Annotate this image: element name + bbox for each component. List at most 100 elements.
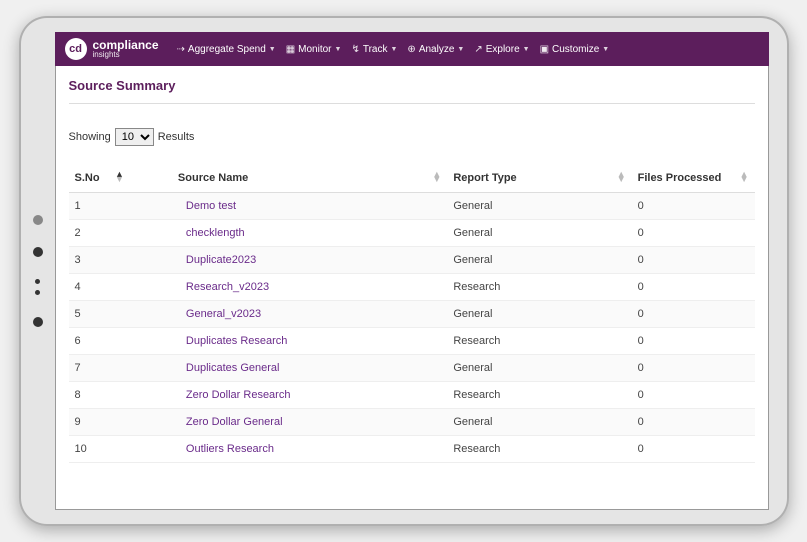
top-navbar: cd compliance insights ⇢Aggregate Spend▼… xyxy=(55,32,769,66)
showing-suffix: Results xyxy=(158,131,195,143)
chevron-down-icon: ▼ xyxy=(269,46,276,53)
table-row: 10 Outliers Research Research0 xyxy=(69,436,755,463)
source-link[interactable]: Duplicates Research xyxy=(186,335,288,347)
chevron-down-icon: ▼ xyxy=(602,46,609,53)
brand-logo[interactable]: cd compliance insights xyxy=(65,38,159,60)
content-area: Source Summary Showing 10 Results S.No ▲… xyxy=(55,66,769,510)
table-row: 3 Duplicate2023 General0 xyxy=(69,247,755,274)
cell-report: Research xyxy=(447,436,631,463)
cell-report: General xyxy=(447,220,631,247)
results-count-control: Showing 10 Results xyxy=(69,128,755,146)
cell-files: 0 xyxy=(632,409,755,436)
cell-files: 0 xyxy=(632,301,755,328)
chevron-down-icon: ▼ xyxy=(523,46,530,53)
source-link[interactable]: Duplicate2023 xyxy=(186,254,256,266)
table-row: 8 Zero Dollar Research Research0 xyxy=(69,382,755,409)
sensor-dot xyxy=(33,247,43,257)
nav-icon: ▣ xyxy=(540,44,549,55)
cell-sno: 2 xyxy=(69,220,130,247)
cell-report: General xyxy=(447,193,631,220)
nav-label: Explore xyxy=(486,44,520,55)
chevron-down-icon: ▼ xyxy=(335,46,342,53)
cell-sno: 5 xyxy=(69,301,130,328)
cell-sno: 8 xyxy=(69,382,130,409)
cell-report: General xyxy=(447,355,631,382)
speaker-dots xyxy=(33,279,43,295)
cell-report: General xyxy=(447,247,631,274)
column-header-source[interactable]: Source Name ▲▼ xyxy=(130,164,447,193)
nav-icon: ▦ xyxy=(286,44,295,55)
source-link[interactable]: General_v2023 xyxy=(186,308,261,320)
cell-report: General xyxy=(447,409,631,436)
cell-files: 0 xyxy=(632,436,755,463)
nav-label: Monitor xyxy=(298,44,331,55)
nav-item-monitor[interactable]: ▦Monitor ▼ xyxy=(286,44,342,55)
nav-label: Track xyxy=(363,44,388,55)
chevron-down-icon: ▼ xyxy=(457,46,464,53)
app-screen: cd compliance insights ⇢Aggregate Spend▼… xyxy=(55,32,769,510)
nav-item-analyze[interactable]: ⊕ Analyze▼ xyxy=(407,44,464,55)
source-link[interactable]: Zero Dollar Research xyxy=(186,389,291,401)
table-row: 6 Duplicates Research Research0 xyxy=(69,328,755,355)
cell-files: 0 xyxy=(632,274,755,301)
camera-dot xyxy=(33,215,43,225)
brand-badge-icon: cd xyxy=(65,38,87,60)
cell-sno: 4 xyxy=(69,274,130,301)
tablet-frame: cd compliance insights ⇢Aggregate Spend▼… xyxy=(19,16,789,526)
table-row: 5 General_v2023 General0 xyxy=(69,301,755,328)
sort-icon: ▲▼ xyxy=(740,172,749,183)
nav-icon: ↗ xyxy=(474,44,482,55)
cell-sno: 7 xyxy=(69,355,130,382)
source-link[interactable]: Duplicates General xyxy=(186,362,280,374)
cell-files: 0 xyxy=(632,382,755,409)
cell-sno: 6 xyxy=(69,328,130,355)
column-header-files[interactable]: Files Processed ▲▼ xyxy=(632,164,755,193)
nav-item-explore[interactable]: ↗ Explore▼ xyxy=(474,44,529,55)
nav-item-customize[interactable]: ▣Customize▼ xyxy=(540,44,610,55)
nav-icon: ↯ xyxy=(351,44,359,55)
cell-report: Research xyxy=(447,274,631,301)
cell-report: Research xyxy=(447,328,631,355)
nav-label: Aggregate Spend xyxy=(188,44,266,55)
cell-files: 0 xyxy=(632,193,755,220)
sensor-dot-2 xyxy=(33,317,43,327)
cell-report: General xyxy=(447,301,631,328)
cell-files: 0 xyxy=(632,247,755,274)
sort-icon: ▲▼ xyxy=(432,172,441,183)
nav-item-aggregate-spend[interactable]: ⇢Aggregate Spend▼ xyxy=(177,44,276,55)
brand-sub: insights xyxy=(93,51,159,59)
cell-sno: 3 xyxy=(69,247,130,274)
cell-files: 0 xyxy=(632,328,755,355)
nav-items: ⇢Aggregate Spend▼▦Monitor▼↯Track▼⊕Analyz… xyxy=(177,44,610,55)
source-link[interactable]: Outliers Research xyxy=(186,443,274,455)
cell-files: 0 xyxy=(632,355,755,382)
nav-label: Analyze xyxy=(419,44,455,55)
source-link[interactable]: Zero Dollar General xyxy=(186,416,283,428)
cell-sno: 9 xyxy=(69,409,130,436)
nav-icon: ⊕ xyxy=(407,44,415,55)
table-row: 9 Zero Dollar General General0 xyxy=(69,409,755,436)
source-link[interactable]: Research_v2023 xyxy=(186,281,269,293)
tablet-hardware-dots xyxy=(33,215,43,327)
table-row: 1 Demo test General0 xyxy=(69,193,755,220)
source-summary-table: S.No ▲▼ Source Name ▲▼ Report Type ▲▼ xyxy=(69,164,755,463)
source-link[interactable]: Demo test xyxy=(186,200,236,212)
rows-per-page-select[interactable]: 10 xyxy=(115,128,154,146)
sort-icon: ▲▼ xyxy=(115,172,124,183)
cell-sno: 10 xyxy=(69,436,130,463)
sort-icon: ▲▼ xyxy=(617,172,626,183)
chevron-down-icon: ▼ xyxy=(390,46,397,53)
table-row: 4 Research_v2023 Research0 xyxy=(69,274,755,301)
cell-report: Research xyxy=(447,382,631,409)
nav-icon: ⇢ xyxy=(177,44,185,55)
nav-item-track[interactable]: ↯ Track▼ xyxy=(351,44,397,55)
source-link[interactable]: checklength xyxy=(186,227,245,239)
column-header-sno[interactable]: S.No ▲▼ xyxy=(69,164,130,193)
cell-sno: 1 xyxy=(69,193,130,220)
nav-label: Customize xyxy=(552,44,599,55)
table-row: 7 Duplicates General General0 xyxy=(69,355,755,382)
table-row: 2checklengthGeneral0 xyxy=(69,220,755,247)
divider xyxy=(69,103,755,104)
column-header-report[interactable]: Report Type ▲▼ xyxy=(447,164,631,193)
page-title: Source Summary xyxy=(69,78,755,93)
